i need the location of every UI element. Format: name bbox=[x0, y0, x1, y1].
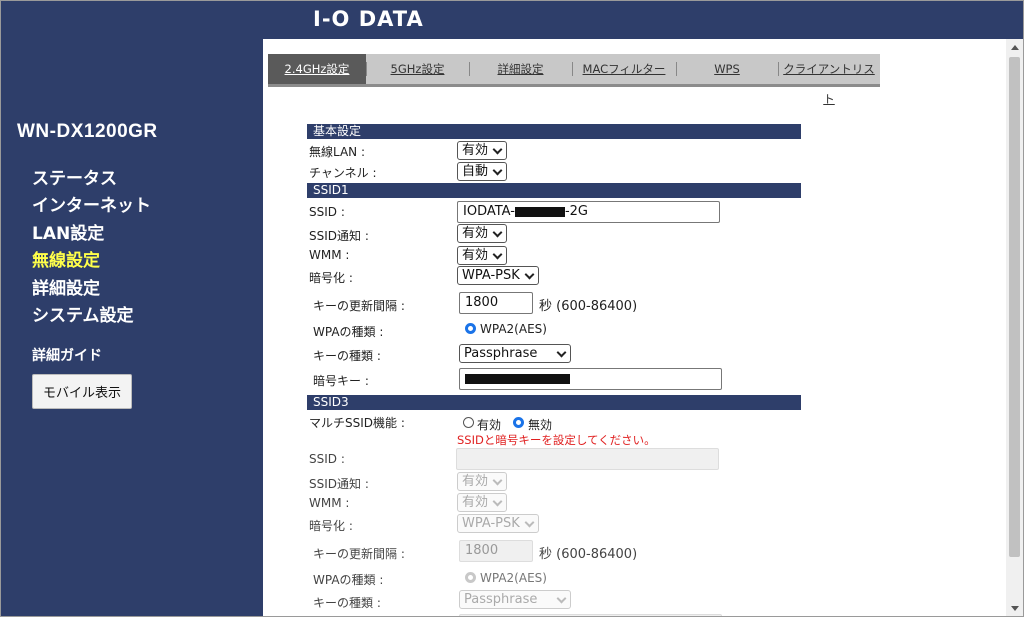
ssid1-notify-label: SSID通知 : bbox=[309, 229, 369, 243]
ssid1-ssid-suffix: -2G bbox=[564, 204, 589, 219]
ssid1-wpa-type-label: WPAの種類 : bbox=[313, 325, 384, 339]
channel-label: チャンネル : bbox=[309, 166, 377, 180]
vertical-scrollbar[interactable] bbox=[1006, 39, 1023, 616]
ssid1-key-interval-unit: 秒 (600-86400) bbox=[539, 299, 638, 314]
ssid3-wpa2-radio[interactable] bbox=[465, 572, 476, 583]
device-model: WN-DX1200GR bbox=[17, 121, 158, 142]
ssid1-ssid-prefix: IODATA- bbox=[463, 204, 515, 219]
wireless-lan-label: 無線LAN : bbox=[309, 145, 366, 159]
redaction-mask bbox=[514, 206, 565, 217]
ssid3-ssid-label: SSID : bbox=[309, 452, 345, 466]
scroll-down-icon[interactable] bbox=[1006, 601, 1023, 616]
nav-item-system[interactable]: システム設定 bbox=[32, 303, 151, 330]
mobile-view-button[interactable]: モバイル表示 bbox=[32, 374, 132, 409]
ssid1-encryption-select[interactable]: WPA-PSK bbox=[457, 266, 539, 285]
multi-ssid-on-label: 有効 bbox=[477, 418, 502, 432]
ssid3-wpa-type-label: WPAの種類 : bbox=[313, 573, 384, 587]
multi-ssid-off-radio[interactable] bbox=[513, 417, 524, 428]
ssid1-key-interval-label: キーの更新間隔 : bbox=[313, 299, 405, 313]
nav-item-advanced[interactable]: 詳細設定 bbox=[32, 276, 151, 303]
ssid3-notify-select[interactable]: 有効 bbox=[457, 472, 508, 491]
ssid1-notify-select[interactable]: 有効 bbox=[457, 224, 508, 243]
ssid1-key-interval-input[interactable]: 1800 bbox=[459, 292, 533, 314]
ssid1-ssid-label: SSID : bbox=[309, 205, 345, 219]
sidebar: WN-DX1200GR ステータス インターネット LAN設定 無線設定 詳細設… bbox=[1, 1, 263, 616]
ssid3-wmm-label: WMM : bbox=[309, 496, 350, 510]
ssid1-wmm-select[interactable]: 有効 bbox=[457, 246, 508, 265]
ssid1-passkey-input[interactable] bbox=[459, 368, 722, 390]
ssid3-key-interval-label: キーの更新間隔 : bbox=[313, 547, 405, 561]
ssid3-wmm-select[interactable]: 有効 bbox=[457, 493, 508, 512]
section-ssid3-header: SSID3 bbox=[307, 395, 801, 410]
sidebar-nav: ステータス インターネット LAN設定 無線設定 詳細設定 システム設定 bbox=[32, 166, 151, 330]
ssid1-key-type-label: キーの種類 : bbox=[313, 349, 381, 363]
ssid3-key-type-label: キーの種類 : bbox=[313, 596, 381, 610]
scroll-thumb[interactable] bbox=[1009, 57, 1020, 557]
ssid1-ssid-input[interactable]: IODATA- -2G bbox=[457, 201, 720, 223]
browser-viewport: WN-DX1200GR ステータス インターネット LAN設定 無線設定 詳細設… bbox=[0, 0, 1024, 617]
ssid1-wpa2-label: WPA2(AES) bbox=[480, 322, 547, 336]
ssid3-key-interval-unit: 秒 (600-86400) bbox=[539, 547, 638, 562]
ssid3-encryption-select[interactable]: WPA-PSK bbox=[457, 514, 539, 533]
ssid3-ssid-input[interactable] bbox=[456, 448, 719, 470]
multi-ssid-off-label: 無効 bbox=[528, 418, 553, 432]
ssid3-key-type-select[interactable]: Passphrase bbox=[459, 590, 571, 609]
nav-item-internet[interactable]: インターネット bbox=[32, 193, 151, 220]
multi-ssid-on-radio[interactable] bbox=[463, 417, 474, 428]
settings-content: 基本設定 無線LAN : 有効 チャンネル : 自動 SSID1 SSID : … bbox=[307, 1, 1007, 616]
ssid1-wmm-label: WMM : bbox=[309, 248, 350, 262]
ssid3-wpa2-label: WPA2(AES) bbox=[480, 571, 547, 585]
ssid3-notify-label: SSID通知 : bbox=[309, 477, 369, 491]
ssid1-encryption-label: 暗号化 : bbox=[309, 271, 353, 285]
nav-item-status[interactable]: ステータス bbox=[32, 166, 151, 193]
ssid1-wpa2-radio[interactable] bbox=[465, 323, 476, 334]
redaction-mask bbox=[465, 373, 570, 384]
wireless-lan-select[interactable]: 有効 bbox=[457, 141, 508, 160]
ssid3-encryption-label: 暗号化 : bbox=[309, 519, 353, 533]
section-basic-header: 基本設定 bbox=[307, 124, 801, 139]
guide-link[interactable]: 詳細ガイド bbox=[32, 345, 102, 365]
section-ssid1-header: SSID1 bbox=[307, 183, 801, 198]
scroll-up-icon[interactable] bbox=[1006, 39, 1023, 55]
ssid3-key-interval-input[interactable]: 1800 bbox=[459, 540, 533, 562]
ssid3-warning-message: SSIDと暗号キーを設定してください。 bbox=[457, 433, 656, 447]
nav-item-wireless[interactable]: 無線設定 bbox=[32, 248, 151, 275]
channel-select[interactable]: 自動 bbox=[457, 162, 508, 181]
nav-item-lan[interactable]: LAN設定 bbox=[32, 221, 151, 248]
ssid1-passkey-label: 暗号キー : bbox=[313, 374, 369, 388]
multi-ssid-label: マルチSSID機能 : bbox=[309, 416, 405, 430]
ssid1-key-type-select[interactable]: Passphrase bbox=[459, 344, 571, 363]
